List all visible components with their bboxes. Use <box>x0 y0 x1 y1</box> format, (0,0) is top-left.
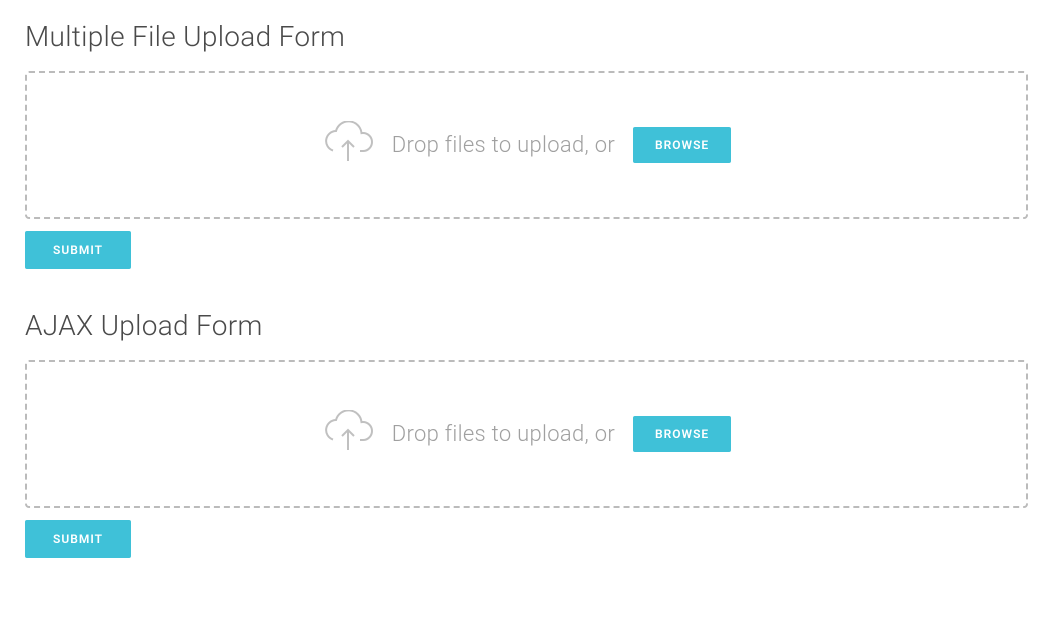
cloud-upload-icon <box>322 410 374 458</box>
multiple-drop-text: Drop files to upload, or <box>392 133 615 158</box>
multiple-upload-dropzone[interactable]: Drop files to upload, or BROWSE <box>25 71 1028 219</box>
ajax-upload-section: AJAX Upload Form Drop files to upload, o… <box>25 309 1028 558</box>
ajax-browse-button[interactable]: BROWSE <box>633 416 731 452</box>
multiple-upload-title: Multiple File Upload Form <box>25 20 1028 53</box>
multiple-browse-button[interactable]: BROWSE <box>633 127 731 163</box>
ajax-submit-button[interactable]: SUBMIT <box>25 520 131 558</box>
ajax-upload-dropzone[interactable]: Drop files to upload, or BROWSE <box>25 360 1028 508</box>
ajax-drop-text: Drop files to upload, or <box>392 422 615 447</box>
ajax-upload-title: AJAX Upload Form <box>25 309 1028 342</box>
multiple-submit-button[interactable]: SUBMIT <box>25 231 131 269</box>
cloud-upload-icon <box>322 121 374 169</box>
multiple-file-upload-section: Multiple File Upload Form Drop files to … <box>25 20 1028 269</box>
